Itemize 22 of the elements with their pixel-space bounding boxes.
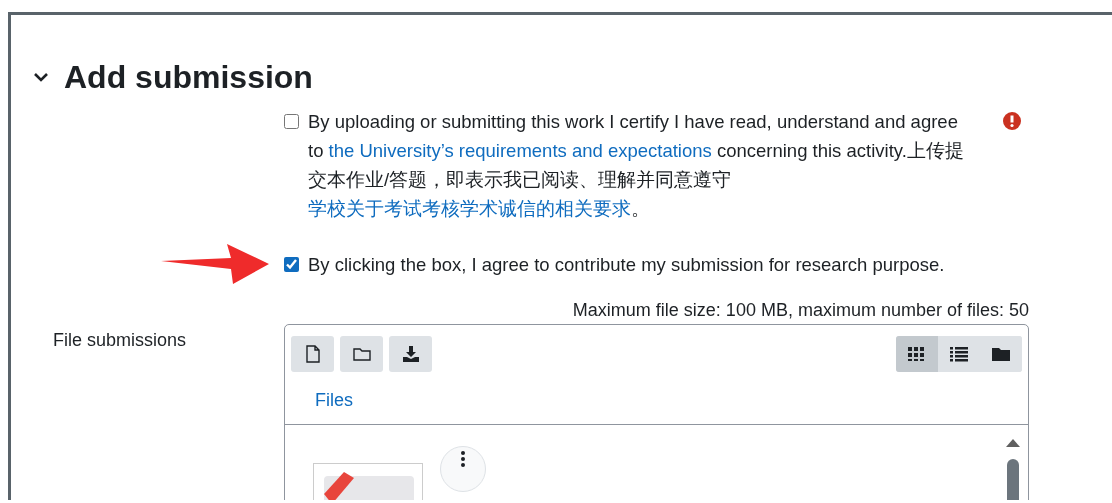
checkbox[interactable] (284, 114, 299, 129)
download-button[interactable] (389, 336, 432, 372)
download-icon (401, 346, 420, 362)
add-file-button[interactable] (291, 336, 334, 372)
more-icon (461, 451, 465, 467)
section-title: Add submission (64, 59, 313, 95)
file-limits-text: Maximum file size: 100 MB, maximum number of files: 50 (571, 299, 1029, 321)
policy-link[interactable]: the University’s requirements and expectations (328, 140, 712, 161)
policy-link[interactable]: 学校关于考试考核学术诚信的相关要求 (308, 198, 631, 219)
create-folder-button[interactable] (340, 336, 383, 372)
checkbox[interactable] (284, 257, 299, 272)
file-icon (305, 345, 320, 363)
breadcrumb-link[interactable]: Files (315, 390, 353, 410)
grid-icon (908, 346, 926, 362)
folder-icon (352, 347, 371, 361)
folder-icon (992, 346, 1010, 362)
list-icon (950, 346, 968, 362)
chevron-icon[interactable] (34, 72, 48, 82)
field-label: File submissions (53, 329, 188, 352)
agreement-text: By uploading or submitting this work I certify I have read, understand and agree to the University’s requirements and expectations concerning this activity.上传提交本作业/答题，即表示我已阅读、理解并同意遵守 学校关于考试考核学术诚信的相关要求。 (308, 110, 965, 221)
agreement-text: By clicking the box, I agree to contribute my submission for research purpose. (308, 253, 946, 277)
view-button[interactable] (896, 336, 938, 372)
